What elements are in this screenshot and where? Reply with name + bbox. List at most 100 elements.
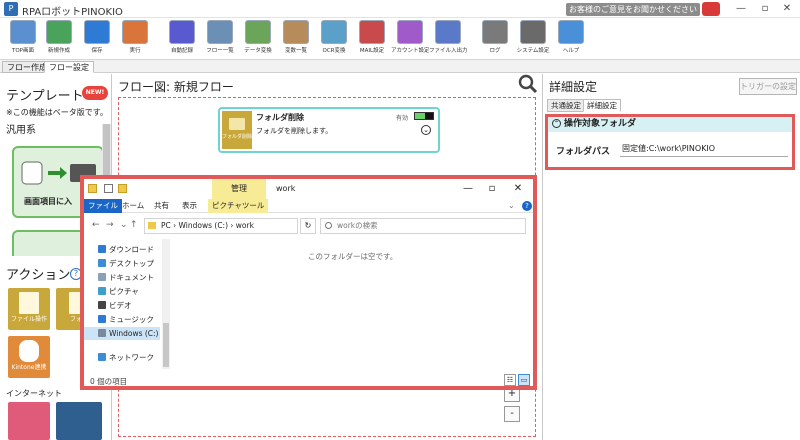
ocr-icon [321,20,347,44]
toolbar-button-flow-list[interactable]: フロー一覧 [201,20,239,58]
action-title: アクション [6,268,71,283]
node-enabled-toggle[interactable] [414,112,434,120]
zoom-out-button[interactable]: - [504,406,520,422]
details-view-icon[interactable]: ☷ [504,374,516,386]
toolbar-button-mail[interactable]: MAIL設定 [353,20,391,58]
nav-item[interactable]: ネットワーク [98,351,154,364]
nav-item-label: デスクトップ [109,259,154,268]
toolbar-button-top-screen[interactable]: TOP画面 [4,20,42,58]
close-button[interactable]: ✕ [776,2,798,16]
large-icons-view-icon[interactable]: ▭ [518,374,530,386]
empty-folder-message: このフォルダーは空です。 [308,252,398,261]
toolbar-button-ocr[interactable]: OCR変換 [315,20,353,58]
nav-item-label: ビデオ [109,301,132,310]
section-header[interactable]: ⌃ 操作対象フォルダ [548,117,792,132]
toolbar-button-help[interactable]: ヘルプ [552,20,590,58]
maximize-button[interactable]: ▫ [754,2,776,16]
toolbar-button-variables[interactable]: 変数一覧 [277,20,315,58]
trigger-settings-button[interactable]: トリガーの設定 [739,78,797,95]
action-file-operation[interactable]: ファイル操作 [8,288,50,330]
action-label: ファイル操作 [10,316,47,323]
refresh-icon[interactable]: ↻ [300,218,316,234]
flow-diagram-heading: フロー図: 新規フロー [118,80,234,94]
nav-item[interactable]: ビデオ [98,299,132,312]
nav-item[interactable]: ミュージック [98,313,154,326]
nav-item-label: ピクチャ [109,287,139,296]
explorer-search-input[interactable]: workの検索 [320,218,526,234]
ribbon-tab-file[interactable]: ファイル [84,199,122,213]
forward-arrow-icon[interactable]: → [106,220,114,230]
ribbon-tab-picture-tools[interactable]: ピクチャツール [208,199,269,213]
search-placeholder: workの検索 [337,221,378,230]
nav-scrollbar[interactable] [162,239,170,369]
search-icon[interactable] [518,74,538,94]
toolbar-button-file-io[interactable]: ファイル入出力 [429,20,467,58]
action-kintone[interactable]: Kintone連携 [8,336,50,378]
toolbar-button-log[interactable]: ログ [476,20,514,58]
chevron-up-icon[interactable]: ⌃ [552,119,561,128]
ribbon-tab-share[interactable]: 共有 [150,199,173,213]
flow-node-folder-delete[interactable]: フォルダ削除 フォルダ削除 フォルダを削除します。 有効 ⌄ [218,107,440,153]
tab-flow-settings[interactable]: フロー設定 [44,61,94,73]
help-icon [558,20,584,44]
new-folder-icon[interactable] [118,184,127,193]
explorer-title: work [276,184,296,193]
up-arrow-icon[interactable]: ↑ [130,220,138,230]
manage-tab[interactable]: 管理 [212,179,266,199]
cloud-icon [19,340,39,362]
right-panel: 詳細設定 トリガーの設定 共通設定 詳細設定 ⌃ 操作対象フォルダ フォルダパス … [542,74,800,440]
nav-item[interactable]: ドキュメント [98,271,154,284]
feedback-button[interactable]: お客様のご意見をお聞かせください [566,3,700,16]
template-caption: 画面項目に入 [24,197,72,206]
nav-item[interactable]: ダウンロード [98,243,154,256]
explorer-close-button[interactable]: ✕ [508,182,528,196]
explorer-minimize-button[interactable]: — [458,182,478,196]
back-arrow-icon[interactable]: ← [92,220,100,230]
toolbar-button-new-file[interactable]: 新規作成 [40,20,78,58]
folder-icon [88,184,97,193]
folder-path-field[interactable]: 固定値:C:\work\PINOKIO [620,141,788,157]
toggle-knob [425,113,433,119]
mail-icon[interactable] [8,402,50,440]
explorer-title-bar: 管理 work — ▫ ✕ [84,179,533,199]
tab-detail-settings[interactable]: 詳細設定 [583,99,621,112]
address-bar-row: ← → ⌄ ↑ PC › Windows (C:) › work ↻ workの… [84,216,533,236]
action-label: Kintone連携 [11,364,47,371]
toolbar-button-data-convert[interactable]: データ変換 [239,20,277,58]
explorer-help-button[interactable]: ? [522,201,532,211]
toolbar-button-record[interactable]: 自動記録 [163,20,201,58]
toolbar-button-label: OCR変換 [322,48,346,54]
folder-icon [229,118,245,130]
nav-item[interactable]: Windows (C:) [84,327,160,340]
thumbs-down-icon[interactable] [702,2,720,16]
toolbar-button-label: アカウント設定 [391,48,429,54]
globe-icon[interactable] [56,402,102,440]
toolbar-button-label: 自動記録 [170,48,193,54]
ribbon-tab-home[interactable]: ホーム [118,199,148,213]
top-screen-icon [10,20,36,44]
explorer-maximize-button[interactable]: ▫ [482,182,502,196]
toolbar-button-run[interactable]: 実行 [116,20,154,58]
videos-icon [98,301,106,309]
nav-item-label: ネットワーク [109,353,154,362]
minimize-button[interactable]: — [730,2,752,16]
toolbar-button-account[interactable]: アカウント設定 [391,20,429,58]
toolbar-button-label: システム設定 [516,48,550,54]
address-bar[interactable]: PC › Windows (C:) › work [144,218,298,234]
chevron-down-icon[interactable]: ⌄ [508,201,518,211]
toolbar-button-save[interactable]: 保存 [78,20,116,58]
toolbar-button-label: ログ [489,48,501,54]
tab-common-settings[interactable]: 共通設定 [547,99,585,112]
toolbar-button-system-settings[interactable]: システム設定 [514,20,552,58]
chevron-down-icon[interactable]: ⌄ [120,220,128,230]
chevron-down-icon[interactable]: ⌄ [421,125,431,135]
properties-icon[interactable] [104,184,113,193]
nav-item[interactable]: ピクチャ [98,285,139,298]
run-icon [122,20,148,44]
ribbon-tab-view[interactable]: 表示 [178,199,201,213]
new-badge: NEW! [82,86,108,100]
scrollbar-thumb[interactable] [163,323,169,367]
nav-item[interactable]: デスクトップ [98,257,154,270]
documents-icon [98,273,106,281]
general-category-label: 汎用系 [6,125,36,136]
